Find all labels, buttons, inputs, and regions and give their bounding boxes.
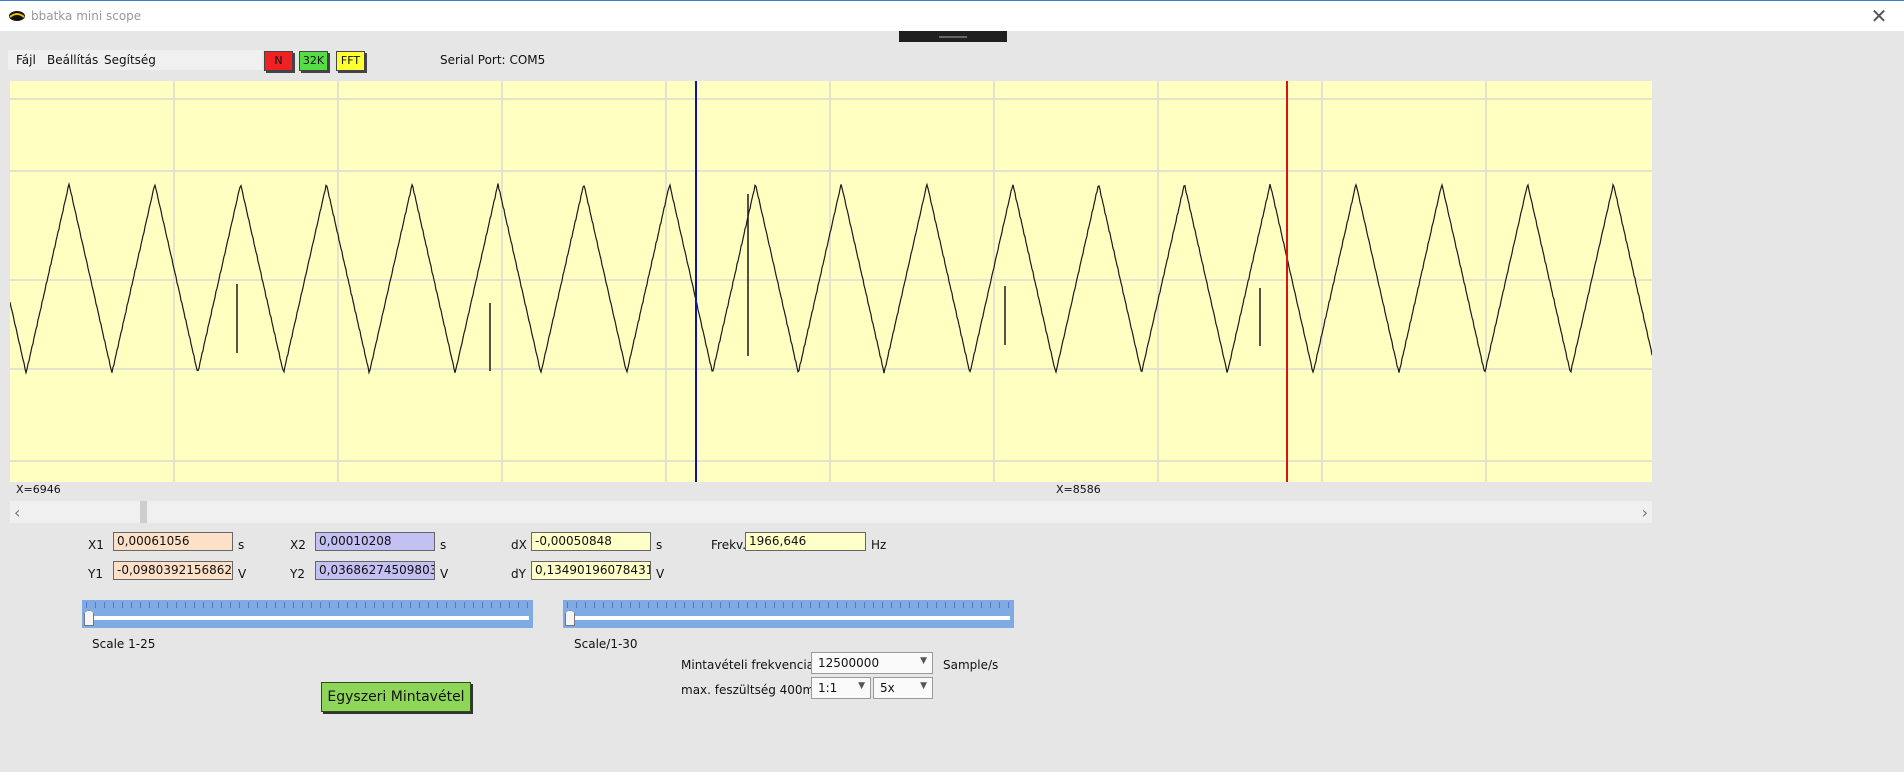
chevron-down-icon: ▼ [920,681,927,691]
scroll-right-icon[interactable]: › [1642,503,1648,522]
sample-rate-select[interactable]: 12500000 ▼ [811,652,933,674]
chevron-down-icon: ▼ [858,681,865,691]
horizontal-scrollbar[interactable]: ‹ › [10,501,1652,523]
x2-label: X2 [290,538,306,552]
scroll-left-icon[interactable]: ‹ [14,503,20,522]
window-title: bbatka mini scope [31,9,142,23]
scale1-slider[interactable] [82,600,533,628]
y1-field[interactable]: -0,098039215686274 [113,561,233,580]
dy-unit: V [656,567,665,581]
x1-label: X1 [88,538,104,552]
scale2-slider[interactable] [563,600,1014,628]
title-bar: bbatka mini scope ✕ [0,0,1904,31]
y1-unit: V [238,567,247,581]
sample-rate-label: Mintavételi frekvencia [681,658,815,672]
single-sample-button[interactable]: Egyszeri Mintavétel [321,682,471,712]
scroll-thumb[interactable] [140,501,147,523]
n-button[interactable]: N [264,51,293,71]
drag-handle[interactable] [899,31,1007,42]
gain-value: 5x [880,681,895,695]
dx-label: dX [511,538,527,552]
max-voltage-label: max. feszültség 400mV [681,683,823,697]
scale1-label: Scale 1-25 [92,637,156,651]
scale2-ticks [567,602,1010,608]
scale2-thumb[interactable] [565,610,575,626]
dx-field[interactable]: -0,00050848 [531,532,651,551]
menu-bar: Fájl Beállítás Segítség [8,50,262,70]
x2-field[interactable]: 0,00010208 [315,532,435,551]
frequency-label: Frekv. [711,538,747,552]
fft-button[interactable]: FFT [336,51,365,71]
menu-settings[interactable]: Beállítás [47,53,98,67]
serial-port-info: Serial Port: COM5 [440,53,545,67]
scale1-thumb[interactable] [84,610,94,626]
scale2-rail [567,616,1010,620]
serial-port-value: COM5 [509,53,546,67]
y2-field[interactable]: 0,0368627450980392 [315,561,435,580]
sample-rate-value: 12500000 [818,656,880,670]
dx-unit: s [656,538,663,552]
frequency-field[interactable]: 1966,646 [745,532,866,551]
ratio-value: 1:1 [818,681,838,695]
cursor1-position-label: X=6946 [16,483,61,496]
scale2-label: Scale/1-30 [574,637,638,651]
x1-field[interactable]: 0,00061056 [113,532,233,551]
scale1-ticks [86,602,529,608]
x1-unit: s [238,538,245,552]
frequency-unit: Hz [871,538,887,552]
close-icon[interactable]: ✕ [1864,3,1894,29]
chevron-down-icon: ▼ [920,656,927,666]
gain-select[interactable]: 5x ▼ [873,677,933,699]
menu-file[interactable]: Fájl [16,53,36,67]
serial-port-label: Serial Port: [440,53,506,67]
dy-label: dY [511,567,526,581]
menu-help[interactable]: Segítség [104,53,156,67]
ratio-select[interactable]: 1:1 ▼ [811,677,871,699]
oscilloscope-display[interactable] [10,81,1652,482]
y2-label: Y2 [290,567,305,581]
dy-field[interactable]: 0,134901960784314 [531,561,651,580]
sample-rate-unit: Sample/s [943,658,999,672]
x2-unit: s [440,538,447,552]
32k-button[interactable]: 32K [299,51,328,71]
cursor2-position-label: X=8586 [1056,483,1101,496]
app-logo-icon [9,11,25,21]
y2-unit: V [440,567,449,581]
scope-background [10,81,1652,482]
scale1-rail [86,616,529,620]
y1-label: Y1 [88,567,103,581]
